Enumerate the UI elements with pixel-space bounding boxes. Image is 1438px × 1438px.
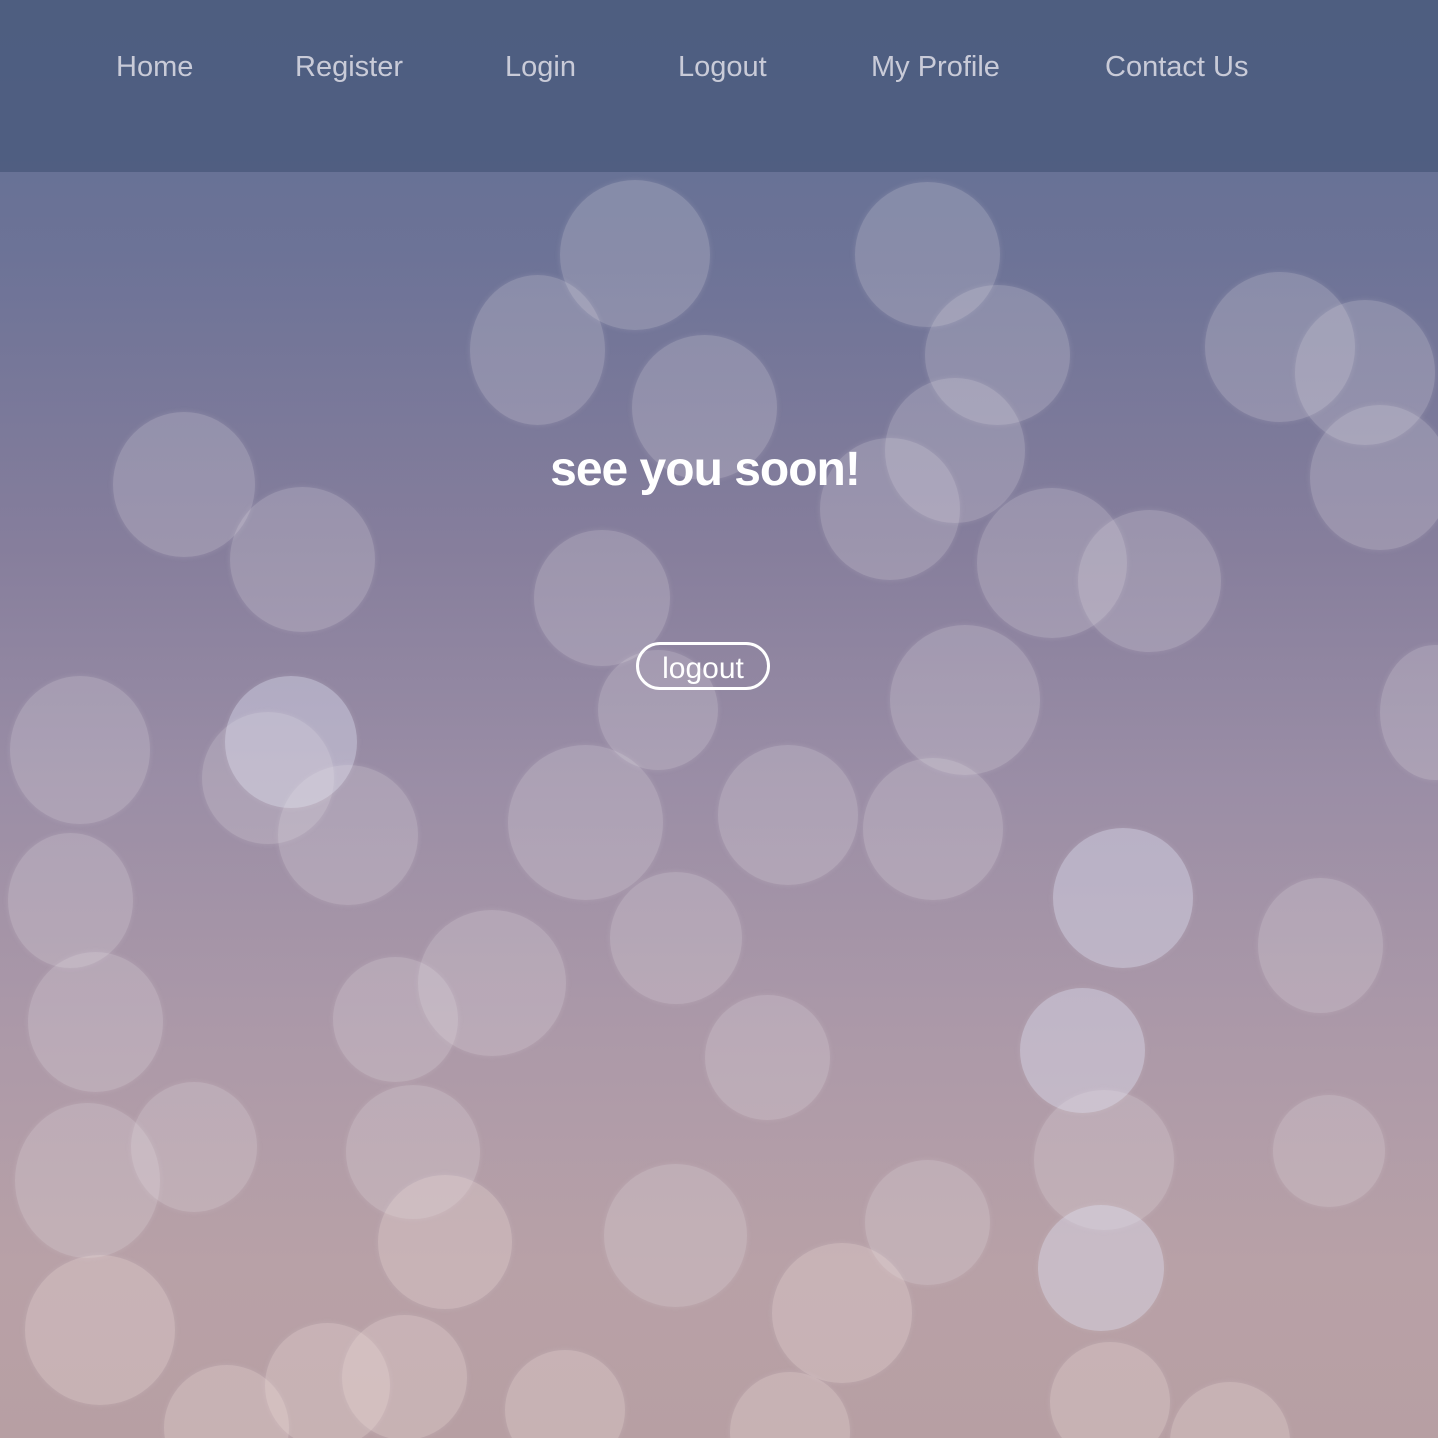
navbar: Home Register Login Logout My Profile Co… [0,0,1438,172]
nav-link-my-profile[interactable]: My Profile [871,48,1000,86]
bokeh-background [0,0,1438,1438]
nav-link-register[interactable]: Register [295,48,403,86]
nav-link-login[interactable]: Login [505,48,576,86]
logout-button[interactable]: logout [636,642,770,690]
nav-link-logout[interactable]: Logout [678,48,767,86]
page-heading: see you soon! [550,443,861,496]
nav-link-home[interactable]: Home [116,48,193,86]
nav-link-contact-us[interactable]: Contact Us [1105,48,1248,86]
